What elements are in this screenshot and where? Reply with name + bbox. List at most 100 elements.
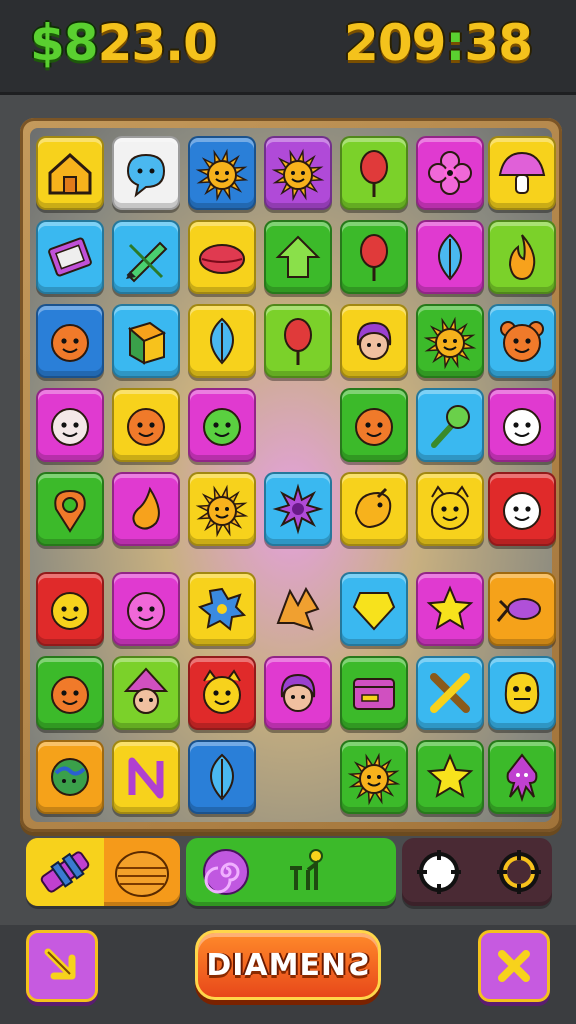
crosshair-icon[interactable] [494, 847, 544, 897]
tile-speech-bubble[interactable] [112, 136, 180, 210]
girl-face-icon [280, 673, 316, 712]
tile-gem[interactable] [340, 572, 408, 646]
leaf-gold-icon [276, 586, 320, 631]
tile-ghost-face[interactable] [488, 388, 556, 462]
tile-leaf[interactable] [416, 220, 484, 294]
bear-face-icon [500, 321, 544, 362]
tile-flame[interactable] [488, 220, 556, 294]
powerup-slot-right[interactable] [402, 838, 552, 906]
tile-house[interactable] [36, 136, 104, 210]
pumpkin-face-icon [51, 324, 89, 362]
lollipop-icon [431, 405, 470, 448]
cat-face-icon [203, 669, 241, 714]
tile-arrow-up[interactable] [264, 220, 332, 294]
tile-monster[interactable] [488, 656, 556, 730]
close-icon [498, 950, 530, 982]
map-pin-icon [54, 489, 86, 533]
tile-flame-face[interactable] [36, 656, 104, 730]
tile-pencil[interactable] [112, 220, 180, 294]
balloon-icon [360, 150, 388, 197]
tile-smiley[interactable] [36, 572, 104, 646]
target-icon[interactable] [414, 847, 464, 897]
tile-fish[interactable] [488, 572, 556, 646]
tile-girl-face[interactable] [264, 656, 332, 730]
main-button-label-end: S [347, 947, 370, 983]
tile-witch-face[interactable] [112, 656, 180, 730]
tile-pumpkin-face[interactable] [36, 304, 104, 378]
tile-drop[interactable] [112, 472, 180, 546]
tile-sun[interactable] [264, 136, 332, 210]
main-button-label: DIAMEN [206, 947, 348, 983]
timer-part1: 209 [344, 14, 446, 72]
powerup-slot-left[interactable] [26, 838, 180, 906]
score-dollar: $8 [30, 14, 99, 72]
tile-mask-face[interactable] [36, 388, 104, 462]
tile-flower[interactable] [416, 136, 484, 210]
wallet-icon [353, 678, 395, 710]
tile-letter-n[interactable] [112, 740, 180, 814]
sun-face-icon [347, 752, 401, 806]
tile-star[interactable] [416, 572, 484, 646]
sun-face-icon [195, 484, 249, 538]
pink-face-icon [127, 592, 165, 630]
tile-pink-face[interactable] [112, 572, 180, 646]
tile-cat-face[interactable] [416, 472, 484, 546]
tile-green-blob-face[interactable] [188, 388, 256, 462]
timer-counter: 209:38 [344, 14, 533, 72]
tile-lips[interactable] [188, 220, 256, 294]
mask-face-icon [51, 408, 89, 446]
tile-sun-face[interactable] [340, 740, 408, 814]
tile-wallet[interactable] [340, 656, 408, 730]
tile-box[interactable] [112, 304, 180, 378]
flame-face-icon [355, 408, 393, 446]
tile-balloon[interactable] [340, 136, 408, 210]
swirl-candy-icon [203, 849, 249, 895]
tile-card[interactable] [36, 220, 104, 294]
witch-face-icon [123, 667, 169, 714]
pencil-icon [126, 241, 168, 283]
tile-squid[interactable] [488, 740, 556, 814]
tile-blue-splat[interactable] [188, 572, 256, 646]
flame-icon [508, 234, 536, 281]
tile-orange-face[interactable] [112, 388, 180, 462]
bomb-powerup[interactable] [26, 838, 104, 906]
tile-sun[interactable] [188, 136, 256, 210]
balloon-icon [360, 234, 388, 281]
tile-girl-face[interactable] [340, 304, 408, 378]
tile-leaf[interactable] [188, 740, 256, 814]
tile-purple-star[interactable] [264, 472, 332, 546]
character-icon [290, 849, 323, 890]
powerup-slot-middle[interactable] [186, 838, 396, 906]
tile-lollipop[interactable] [416, 388, 484, 462]
earth-icon [51, 758, 89, 796]
squid-icon [506, 753, 538, 803]
tile-flame-face[interactable] [340, 388, 408, 462]
main-action-button[interactable]: DIAMEN S [195, 930, 381, 1000]
tile-ghost-face[interactable] [488, 472, 556, 546]
tile-earth[interactable] [36, 740, 104, 814]
tile-map-pin[interactable] [36, 472, 104, 546]
tile-bird[interactable] [340, 472, 408, 546]
box-icon [127, 321, 167, 365]
sun-icon [423, 316, 477, 370]
tile-bear-face[interactable] [488, 304, 556, 378]
tile-leaf-gold[interactable] [264, 572, 332, 646]
close-button[interactable] [478, 930, 550, 1002]
tile-sun[interactable] [416, 304, 484, 378]
tile-star[interactable] [416, 740, 484, 814]
game-board [20, 118, 562, 832]
tile-cross[interactable] [416, 656, 484, 730]
flower-icon [428, 151, 472, 195]
tile-balloon[interactable] [340, 220, 408, 294]
tile-cat-face[interactable] [188, 656, 256, 730]
arrow-button[interactable] [26, 930, 98, 1002]
cross-icon [430, 673, 470, 713]
tile-sun-face[interactable] [188, 472, 256, 546]
tile-leaf[interactable] [188, 304, 256, 378]
sun-icon [271, 148, 325, 202]
ghost-face-icon [503, 492, 541, 530]
lips-icon [199, 244, 245, 274]
tile-balloon[interactable] [264, 304, 332, 378]
tile-mushroom[interactable] [488, 136, 556, 210]
leaf-icon [210, 317, 234, 365]
